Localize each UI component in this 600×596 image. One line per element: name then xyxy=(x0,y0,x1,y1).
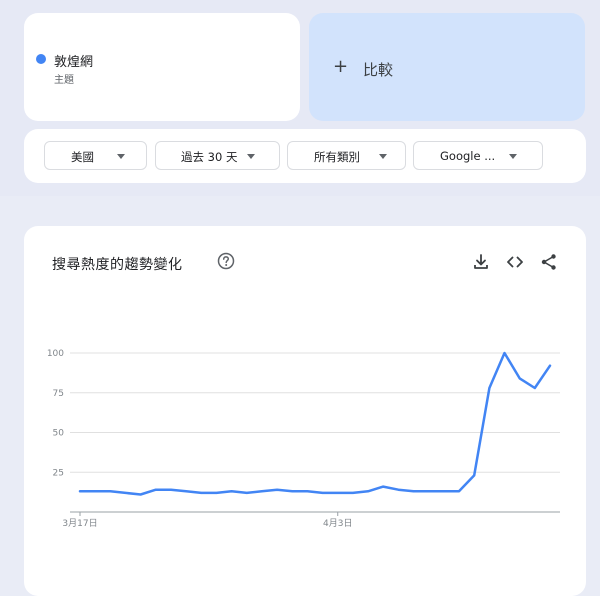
filter-bar: 美國 過去 30 天 所有類別 Google ... xyxy=(24,129,586,183)
interest-over-time-card: 搜尋熱度的趨勢變化 25 50 75 100 3月17日 4月3日 xyxy=(24,226,586,596)
period-dropdown[interactable]: 過去 30 天 xyxy=(155,141,280,170)
region-dropdown[interactable]: 美國 xyxy=(44,141,147,170)
source-dropdown[interactable]: Google ... xyxy=(413,141,543,170)
trend-chart: 25 50 75 100 3月17日 4月3日 xyxy=(47,349,560,529)
x-tick-label: 4月3日 xyxy=(323,518,352,529)
term-name: 敦煌網 xyxy=(54,55,94,70)
compare-label: 比較 xyxy=(363,61,394,79)
term-type: 主題 xyxy=(54,75,74,86)
source-dropdown-label: Google ... xyxy=(440,149,496,163)
period-dropdown-label: 過去 30 天 xyxy=(181,150,238,164)
category-dropdown[interactable]: 所有類別 xyxy=(287,141,406,170)
compare-button[interactable]: + 比較 xyxy=(309,13,585,121)
plus-icon: + xyxy=(333,56,349,77)
term-color-dot xyxy=(36,54,46,64)
x-tick-label: 3月17日 xyxy=(62,518,97,529)
y-tick-label: 100 xyxy=(47,349,64,359)
y-tick-label: 75 xyxy=(53,389,64,399)
chevron-down-icon xyxy=(247,154,255,159)
category-dropdown-label: 所有類別 xyxy=(314,150,360,164)
series-line[interactable] xyxy=(78,351,552,496)
chevron-down-icon xyxy=(509,154,517,159)
region-dropdown-label: 美國 xyxy=(71,150,94,164)
search-term-card[interactable]: 敦煌網 主題 xyxy=(24,13,300,121)
y-tick-label: 25 xyxy=(53,468,64,478)
chevron-down-icon xyxy=(117,154,125,159)
chevron-down-icon xyxy=(379,154,387,159)
y-tick-label: 50 xyxy=(53,429,65,439)
